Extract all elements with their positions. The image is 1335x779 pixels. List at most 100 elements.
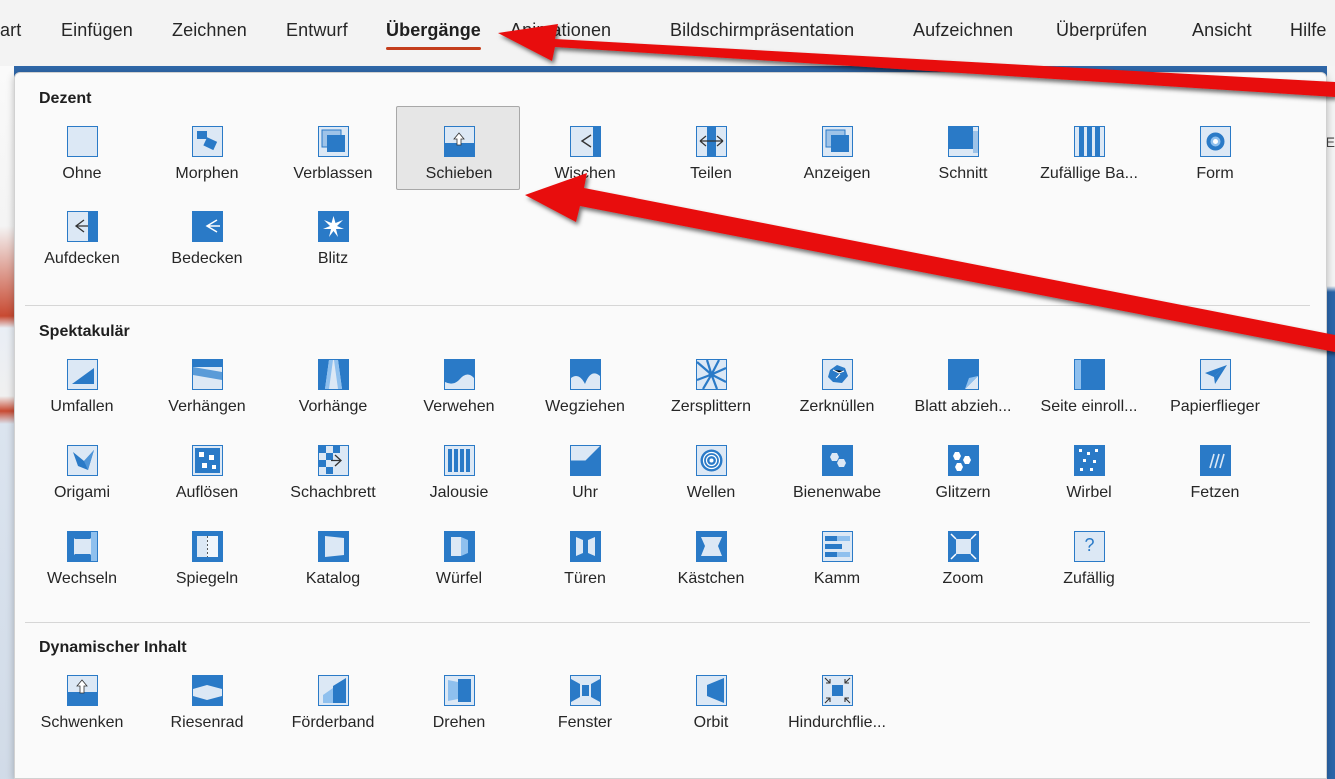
transition-item-ferris-wheel[interactable]: Riesenrad [144, 655, 268, 739]
transition-item-curtains[interactable]: Vorhänge [270, 339, 394, 423]
transition-item-morph[interactable]: Morphen [144, 106, 268, 190]
random-icon: ? [1074, 531, 1105, 562]
transition-item-reveal[interactable]: Anzeigen [774, 106, 898, 190]
transition-item-gallery[interactable]: Katalog [270, 511, 394, 595]
transition-item-page-curl[interactable]: Seite einroll... [1026, 339, 1150, 423]
transition-item-shred[interactable]: Fetzen [1152, 425, 1276, 509]
cube-icon [444, 531, 475, 562]
ribbon-tab[interactable]: Überprüfen [1056, 20, 1147, 41]
transition-label: Bienenwabe [792, 484, 882, 501]
origami-icon [67, 445, 98, 476]
transition-item-uncover[interactable]: Aufdecken [19, 191, 143, 275]
airplane-icon [1200, 359, 1231, 390]
transition-item-orbit[interactable]: Orbit [648, 655, 772, 739]
ribbon-tab[interactable]: Hilfe [1290, 20, 1327, 41]
transition-item-dissolve[interactable]: Auflösen [144, 425, 268, 509]
wind-icon [444, 359, 475, 390]
transition-label: Verblassen [293, 165, 373, 182]
transition-label: Umfallen [50, 398, 114, 415]
curtains-icon [318, 359, 349, 390]
ribbon-tab[interactable]: Bildschirmpräsentation [670, 20, 854, 41]
transition-item-prestige[interactable]: Wegziehen [522, 339, 646, 423]
transition-item-push[interactable]: Schieben [396, 106, 520, 190]
ribbon-tab[interactable]: Einfügen [61, 20, 133, 41]
transition-item-fracture[interactable]: Zersplittern [648, 339, 772, 423]
transition-item-random[interactable]: ? Zufällig [1026, 511, 1150, 595]
side-letter: E [1325, 134, 1335, 150]
cut-icon [948, 126, 979, 157]
ribbon-tab[interactable]: Entwurf [286, 20, 348, 41]
transition-label: Würfel [435, 570, 483, 587]
transition-label: Origami [53, 484, 110, 501]
transition-item-airplane[interactable]: Papierflieger [1152, 339, 1276, 423]
transition-item-none[interactable]: Ohne [19, 106, 143, 190]
transition-item-cover[interactable]: Bedecken [144, 191, 268, 275]
ribbon-tab[interactable]: art [0, 20, 21, 41]
transition-label: Blitz [317, 250, 349, 267]
transition-item-ripple[interactable]: Wellen [648, 425, 772, 509]
transition-item-zoom[interactable]: Zoom [900, 511, 1024, 595]
transition-item-blinds[interactable]: Jalousie [396, 425, 520, 509]
window-icon [570, 675, 601, 706]
zoom-icon [948, 531, 979, 562]
transition-label: Orbit [693, 714, 729, 731]
transition-item-checkerboard[interactable]: Schachbrett [270, 425, 394, 509]
transition-item-honeycomb[interactable]: Bienenwabe [774, 425, 898, 509]
fly-through-icon [822, 675, 853, 706]
transition-item-split[interactable]: Teilen [648, 106, 772, 190]
peel-off-icon [948, 359, 979, 390]
comb-icon [822, 531, 853, 562]
pan-icon [67, 675, 98, 706]
transition-item-peel-off[interactable]: Blatt abzieh... [900, 339, 1024, 423]
transition-label: Verhängen [168, 398, 246, 415]
transition-item-window[interactable]: Fenster [522, 655, 646, 739]
transition-item-origami[interactable]: Origami [19, 425, 143, 509]
ribbon-tab[interactable]: Animationen [510, 20, 611, 41]
transition-item-wind[interactable]: Verwehen [396, 339, 520, 423]
ribbon-tab[interactable]: Ansicht [1192, 20, 1252, 41]
transition-item-doors[interactable]: Türen [522, 511, 646, 595]
transition-item-cut[interactable]: Schnitt [900, 106, 1024, 190]
transition-label: Kamm [813, 570, 861, 587]
transition-label: Vorhänge [298, 398, 368, 415]
transition-item-fade[interactable]: Verblassen [270, 106, 394, 190]
fracture-icon [696, 359, 727, 390]
ribbon-tab[interactable]: Übergänge [386, 20, 481, 50]
transition-item-random-bars[interactable]: Zufällige Ba... [1026, 106, 1150, 190]
ribbon-tab[interactable]: Aufzeichnen [913, 20, 1013, 41]
blinds-icon [444, 445, 475, 476]
transition-item-flip[interactable]: Spiegeln [144, 511, 268, 595]
transition-item-pan[interactable]: Schwenken [19, 655, 143, 739]
reveal-icon [822, 126, 853, 157]
transition-item-switch[interactable]: Wechseln [19, 511, 143, 595]
transition-label: Schnitt [938, 165, 988, 182]
transition-item-vortex[interactable]: Wirbel [1026, 425, 1150, 509]
transition-item-crush[interactable]: Zerknüllen [774, 339, 898, 423]
transition-item-comb[interactable]: Kamm [774, 511, 898, 595]
transition-item-wipe[interactable]: Wischen [522, 106, 646, 190]
workspace-edge [1327, 66, 1335, 779]
transition-label: Zersplittern [670, 398, 752, 415]
transition-item-shape[interactable]: Form [1152, 106, 1276, 190]
ribbon-tab[interactable]: Zeichnen [172, 20, 247, 41]
crush-icon [822, 359, 853, 390]
transition-label: Blatt abzieh... [914, 398, 1012, 415]
transition-item-conveyor[interactable]: Förderband [270, 655, 394, 739]
transition-item-flash[interactable]: Blitz [270, 191, 394, 275]
transition-item-cube[interactable]: Würfel [396, 511, 520, 595]
ripple-icon [696, 445, 727, 476]
doors-icon [570, 531, 601, 562]
transition-label: Katalog [305, 570, 361, 587]
transition-item-fly-through[interactable]: Hindurchflie... [774, 655, 898, 739]
fall-over-icon [67, 359, 98, 390]
transition-item-drape[interactable]: Verhängen [144, 339, 268, 423]
section-divider [25, 622, 1310, 623]
transition-item-clock[interactable]: Uhr [522, 425, 646, 509]
transition-item-glitter[interactable]: Glitzern [900, 425, 1024, 509]
transition-item-rotate[interactable]: Drehen [396, 655, 520, 739]
transition-item-fall-over[interactable]: Umfallen [19, 339, 143, 423]
transition-label: Fetzen [1190, 484, 1240, 501]
conveyor-icon [318, 675, 349, 706]
transition-item-box[interactable]: Kästchen [648, 511, 772, 595]
gallery-icon [318, 531, 349, 562]
